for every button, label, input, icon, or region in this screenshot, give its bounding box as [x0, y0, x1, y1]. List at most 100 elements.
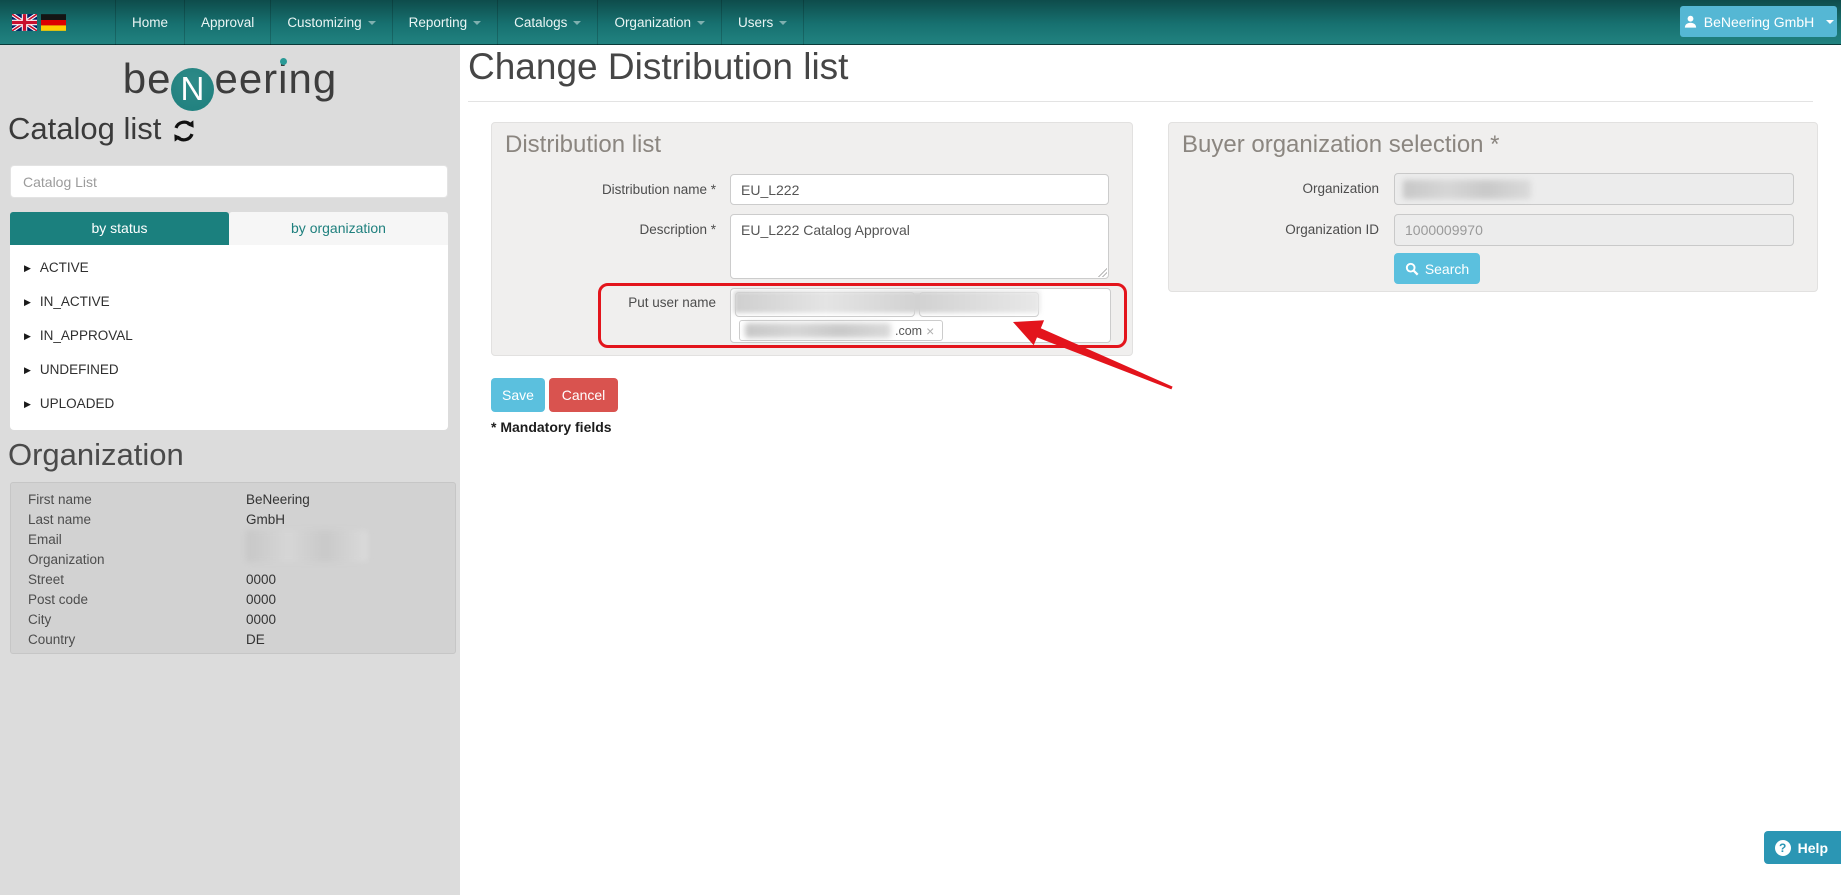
close-icon[interactable]: × [926, 324, 934, 338]
logo-text: i [278, 55, 288, 102]
search-icon [1405, 262, 1419, 276]
nav-item-customizing[interactable]: Customizing [270, 0, 391, 45]
status-row-in-active[interactable]: ▶ IN_ACTIVE [10, 285, 448, 319]
triangle-right-icon: ▶ [24, 319, 31, 353]
org-label: Organization [28, 550, 246, 570]
catalog-list-title: Catalog list [8, 111, 197, 147]
org-label: Country [28, 630, 246, 650]
tab-by-organization[interactable]: by organization [229, 212, 448, 245]
triangle-right-icon: ▶ [24, 285, 31, 319]
page-title: Change Distribution list [468, 46, 1813, 102]
status-row-undefined[interactable]: ▶ UNDEFINED [10, 353, 448, 387]
org-value: GmbH [246, 510, 285, 530]
triangle-right-icon: ▶ [24, 251, 31, 285]
tab-by-status[interactable]: by status [10, 212, 229, 245]
organization-id-input [1394, 214, 1794, 246]
logo-n-circle: N [171, 68, 214, 111]
put-user-name-label: Put user name [492, 295, 716, 310]
organization-label: Organization [1169, 181, 1379, 196]
logo-text: eer [214, 55, 278, 102]
organization-id-label: Organization ID [1169, 222, 1379, 237]
catalog-search-input[interactable] [10, 165, 448, 198]
redacted-email-organization [246, 530, 368, 562]
search-button[interactable]: Search [1394, 253, 1480, 284]
distribution-panel-title: Distribution list [505, 131, 661, 159]
status-label: IN_APPROVAL [40, 319, 133, 353]
org-value: 0000 [246, 590, 276, 610]
distribution-name-label: Distribution name * [492, 182, 716, 197]
org-label: City [28, 610, 246, 630]
user-icon [1683, 14, 1698, 29]
german-flag-icon[interactable] [41, 14, 66, 31]
triangle-right-icon: ▶ [24, 353, 31, 387]
status-row-uploaded[interactable]: ▶ UPLOADED [10, 387, 448, 421]
org-label: Email [28, 530, 246, 550]
org-label: First name [28, 490, 246, 510]
refresh-icon[interactable] [171, 118, 197, 144]
triangle-right-icon: ▶ [24, 387, 31, 421]
uk-flag-icon[interactable] [12, 14, 37, 31]
save-button[interactable]: Save [491, 378, 545, 412]
application-window: Home Approval Customizing Reporting Cata… [0, 0, 1841, 895]
nav-item-label: Organization [614, 15, 691, 30]
nav-item-reporting[interactable]: Reporting [392, 0, 498, 45]
nav-item-organization[interactable]: Organization [597, 0, 721, 45]
put-user-name-tag-input[interactable]: .com × [730, 288, 1111, 343]
buyer-organization-panel: Buyer organization selection * Organizat… [1168, 122, 1818, 292]
redacted-organization [1403, 180, 1531, 199]
nav-item-catalogs[interactable]: Catalogs [497, 0, 597, 45]
beneering-logo: beNeering [0, 55, 460, 111]
chevron-down-icon [473, 21, 481, 25]
redacted-email [745, 323, 891, 338]
organization-section-title: Organization [8, 437, 184, 473]
logo-text: be [123, 55, 172, 102]
search-button-label: Search [1425, 261, 1469, 277]
nav-item-home[interactable]: Home [115, 0, 184, 45]
question-icon: ? [1775, 840, 1791, 856]
email-chip-suffix: .com [895, 324, 922, 338]
buyer-panel-title: Buyer organization selection * [1182, 131, 1500, 159]
user-email-chip: .com × [739, 320, 943, 341]
status-label: UPLOADED [40, 387, 114, 421]
status-label: IN_ACTIVE [40, 285, 110, 319]
nav-item-label: Home [132, 15, 168, 30]
status-label: UNDEFINED [40, 353, 119, 387]
nav-item-users[interactable]: Users [721, 0, 804, 45]
help-button[interactable]: ? Help [1764, 831, 1841, 864]
description-textarea[interactable]: EU_L222 Catalog Approval [730, 214, 1109, 279]
textarea-resize-grip[interactable] [1097, 267, 1107, 277]
description-label: Description * [492, 222, 716, 237]
organization-details-panel: First nameBeNeering Last nameGmbH Email … [10, 482, 456, 654]
catalog-status-list: ▶ ACTIVE ▶ IN_ACTIVE ▶ IN_APPROVAL ▶ UNDEFIN… [10, 245, 448, 430]
main-menu: Home Approval Customizing Reporting Cata… [115, 0, 804, 45]
org-label: Post code [28, 590, 246, 610]
org-value: 0000 [246, 570, 276, 590]
chevron-down-icon [573, 21, 581, 25]
redacted-user-names [734, 291, 1040, 313]
logo-n: N [181, 70, 206, 108]
status-row-active[interactable]: ▶ ACTIVE [10, 251, 448, 285]
org-value: DE [246, 630, 265, 650]
org-label: Street [28, 570, 246, 590]
cancel-button[interactable]: Cancel [549, 378, 618, 412]
organization-input [1394, 173, 1794, 205]
help-button-label: Help [1798, 840, 1828, 856]
org-label: Last name [28, 510, 246, 530]
distribution-name-input[interactable] [730, 174, 1109, 205]
nav-item-label: Reporting [409, 15, 468, 30]
org-value: 0000 [246, 610, 276, 630]
user-account-button[interactable]: BeNeering GmbH [1680, 6, 1837, 37]
status-label: ACTIVE [40, 251, 89, 285]
logo-text: ng [289, 55, 338, 102]
status-row-in-approval[interactable]: ▶ IN_APPROVAL [10, 319, 448, 353]
chevron-down-icon [697, 21, 705, 25]
nav-item-label: Approval [201, 15, 254, 30]
catalog-tabs: by status by organization [10, 212, 448, 245]
sidebar: beNeering Catalog list by status by orga… [0, 45, 460, 895]
nav-item-approval[interactable]: Approval [184, 0, 270, 45]
top-navbar: Home Approval Customizing Reporting Cata… [0, 0, 1841, 45]
user-button-label: BeNeering GmbH [1704, 14, 1815, 30]
org-value: BeNeering [246, 490, 310, 510]
mandatory-fields-note: * Mandatory fields [491, 419, 612, 435]
distribution-list-panel: Distribution list Distribution name * De… [491, 122, 1133, 356]
